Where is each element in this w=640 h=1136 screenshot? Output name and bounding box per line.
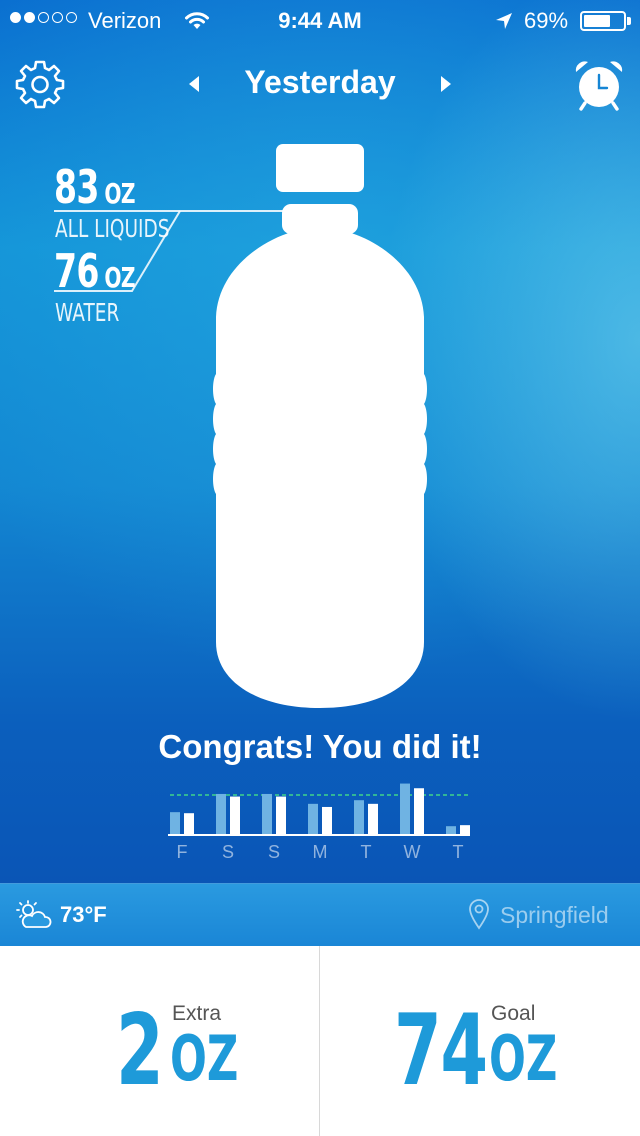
goal-value[interactable]: 74 [394, 1002, 488, 1100]
goal-unit: OZ [489, 1022, 558, 1095]
water-bar [276, 796, 286, 834]
water-bar [414, 788, 424, 834]
day-label: T [361, 842, 372, 862]
location-arrow-icon [496, 13, 512, 29]
liquids-bar [400, 783, 410, 834]
summary-panel: 2 Extra OZ 74 Goal OZ [0, 946, 640, 1136]
city-name[interactable]: Springfield [500, 902, 609, 929]
day-label: F [177, 842, 188, 862]
water-bottle-icon[interactable] [212, 142, 428, 710]
status-bar: Verizon 9:44 AM 69% [0, 0, 640, 40]
location-pin-icon[interactable] [468, 898, 490, 930]
liquids-bar [216, 793, 226, 834]
congrats-message: Congrats! You did it! [158, 728, 482, 765]
liquids-bar [170, 812, 180, 834]
day-label: M [313, 842, 328, 862]
extra-value: 2 [116, 994, 164, 1108]
weekly-chart[interactable]: FSSMTWT [164, 776, 476, 866]
day-label: S [268, 842, 280, 862]
app-screen: Verizon 9:44 AM 69% Yesterday 83 OZ ALL … [0, 0, 640, 1136]
summary-divider [319, 946, 320, 1136]
hero-background: Verizon 9:44 AM 69% Yesterday 83 OZ ALL … [0, 0, 640, 883]
water-bar [230, 796, 240, 834]
battery-cap [627, 17, 631, 25]
water-bar [368, 803, 378, 834]
extra-unit: OZ [170, 1022, 239, 1095]
water-value: 76 [54, 244, 99, 298]
water-unit: OZ [104, 261, 135, 294]
water-label: WATER [55, 298, 120, 327]
triangle-right-icon[interactable] [436, 72, 456, 96]
alarm-clock-icon[interactable] [572, 58, 626, 112]
day-label: S [222, 842, 234, 862]
battery-icon [580, 11, 626, 31]
battery-percent: 69% [524, 8, 569, 33]
liquids-bar [446, 826, 456, 834]
water-bar [460, 825, 470, 834]
battery-level [584, 15, 611, 27]
water-bar [184, 813, 194, 834]
liquids-bar [262, 793, 272, 834]
day-label: W [404, 842, 421, 862]
date-title: Yesterday [244, 64, 396, 100]
temperature: 73°F [60, 902, 107, 927]
partly-cloudy-icon [16, 900, 52, 928]
water-amount: 76 OZ [54, 248, 135, 294]
gear-icon[interactable] [14, 58, 66, 110]
weather-bar: 73°F Springfield [0, 883, 640, 946]
liquids-bar [354, 800, 364, 834]
day-label: T [453, 842, 464, 862]
all-liquids-amount: 83 OZ [54, 164, 135, 210]
liquids-bar [308, 803, 318, 834]
water-bar [322, 806, 332, 834]
